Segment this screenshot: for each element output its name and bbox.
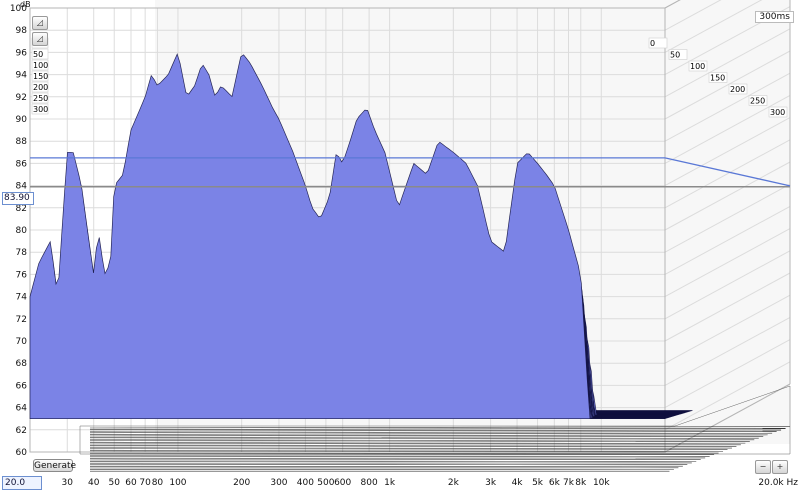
time-tick-label: 100 — [33, 61, 48, 70]
x-tick-label: 2k — [448, 478, 460, 488]
x-tick-label: 8k — [575, 478, 587, 488]
x-tick-label: 100 — [169, 478, 186, 488]
x-tick-label: 3k — [485, 478, 497, 488]
y-tick-label: 76 — [16, 270, 28, 280]
x-tick-label: 800 — [361, 478, 378, 488]
y-tick-label: 96 — [16, 48, 28, 58]
zoom-top-icon[interactable]: ◿ — [32, 16, 48, 30]
x-axis-ticks: 30 40 50 60 70 80 100 200 300 400 500 600 800 1k 2k 3k 4… — [62, 478, 799, 488]
time-tick-label: 50 — [33, 50, 43, 59]
x-tick-label: 30 — [62, 478, 74, 488]
x-tick-label: 60 — [125, 478, 137, 488]
y-tick-label: 68 — [16, 359, 28, 369]
zoom-out-icon[interactable]: − — [755, 460, 771, 474]
time-tick-label: 250 — [33, 94, 48, 103]
time-tick-label-right: 250 — [750, 97, 765, 106]
x-tick-label: 300 — [270, 478, 287, 488]
x-tick-label: 4k — [512, 478, 524, 488]
time-tick-label: 150 — [33, 72, 48, 81]
x-tick-label: 70 — [139, 478, 151, 488]
x-tick-label: 7k — [563, 478, 575, 488]
y-tick-label: 84 — [16, 182, 28, 192]
x-tick-label: 6k — [549, 478, 561, 488]
y-tick-label: 88 — [16, 137, 28, 147]
y-tick-label: 62 — [16, 426, 27, 436]
x-tick-label: 50 — [109, 478, 121, 488]
x-tick-label: 5k — [532, 478, 544, 488]
y-tick-label: 94 — [16, 71, 28, 81]
time-tick-label-right: 100 — [690, 62, 705, 71]
y-tick-label: 78 — [16, 248, 28, 258]
y-tick-label: 80 — [16, 226, 28, 236]
start-frequency-field[interactable]: 20.0 — [2, 476, 42, 490]
y-unit-label: dB — [20, 0, 31, 9]
y-tick-label: 98 — [16, 26, 28, 36]
waterfall-plot: 100 98 96 94 92 90 88 86 84 82 80 78 76 74 72 70 68 66 64 6… — [10, 0, 799, 488]
y-axis-ticks: 1009896949290888684828078767472706866646… — [10, 4, 27, 458]
x-tick-label: 1k — [384, 478, 396, 488]
zoom-in-icon[interactable]: + — [772, 460, 788, 474]
x-tick-label: 600 — [334, 478, 351, 488]
y-tick-label: 86 — [16, 159, 28, 169]
time-axis-label: 300ms — [755, 11, 794, 23]
time-tick-label-right: 300 — [770, 108, 785, 117]
x-tick-label: 40 — [88, 478, 100, 488]
y-tick-label: 70 — [16, 337, 28, 347]
y-tick-label: 64 — [16, 404, 28, 414]
time-tick-label-right: 200 — [730, 85, 745, 94]
x-tick-label: 200 — [233, 478, 250, 488]
y-tick-label: 92 — [16, 93, 27, 103]
reference-level-value[interactable]: 83.90 — [2, 192, 34, 205]
generate-button[interactable]: Generate — [33, 459, 76, 472]
y-tick-label: 74 — [16, 293, 28, 303]
y-tick-label: 90 — [16, 115, 28, 125]
x-tick-label: 80 — [152, 478, 164, 488]
y-tick-label: 66 — [16, 381, 28, 391]
time-tick-label-right: 150 — [710, 74, 725, 83]
time-tick-label-right: 0 — [650, 39, 655, 48]
y-tick-label: 60 — [16, 448, 28, 458]
time-tick-label-right: 50 — [670, 51, 680, 60]
y-tick-label: 72 — [16, 315, 27, 325]
y-tick-label: 82 — [16, 204, 27, 214]
zoom-mid-icon[interactable]: ◿ — [32, 32, 48, 46]
x-tick-label: 500 — [317, 478, 334, 488]
x-tick-label: 10k — [593, 478, 610, 488]
x-end-label: 20.0k Hz — [758, 478, 798, 488]
time-tick-label: 200 — [33, 83, 48, 92]
time-tick-label: 300 — [33, 105, 48, 114]
x-tick-label: 400 — [297, 478, 314, 488]
